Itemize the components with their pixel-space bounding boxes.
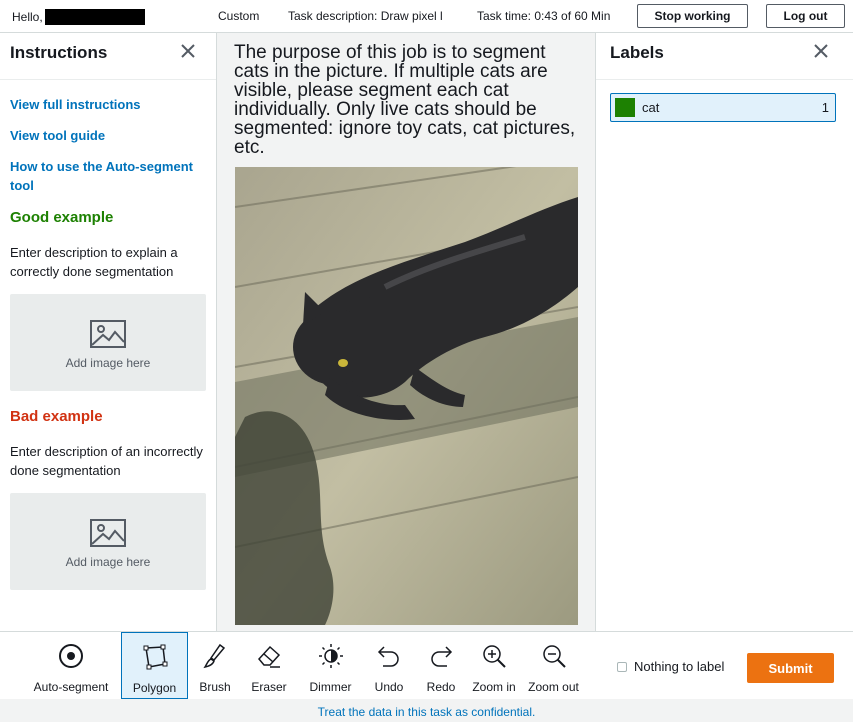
labels-title: Labels [610,43,664,62]
good-example-title: Good example [10,209,114,226]
tool-bar: Auto-segment Polygon Brush Eraser Dimmer… [0,631,853,699]
auto-segment-icon [59,644,83,668]
cat-photo[interactable] [235,167,578,625]
tool-label: Brush [199,680,231,694]
tool-label: Dimmer [309,680,352,694]
labels-header: Labels [596,33,853,80]
tool-label: Polygon [132,681,177,695]
label-item-cat[interactable]: cat 1 [610,93,836,122]
instructions-panel: Instructions View full instructions View… [0,33,217,631]
instructions-title: Instructions [10,43,108,62]
redo-button[interactable]: Redo [420,632,462,699]
redo-icon [431,646,453,667]
tool-label: Redo [426,680,456,694]
bad-example-title: Bad example [10,408,103,425]
image-icon [90,320,126,348]
task-description: Task description: Draw pixel l [288,9,443,23]
nothing-to-label-text: Nothing to label [634,659,725,674]
label-name: cat [642,100,660,115]
nothing-to-label-checkbox[interactable]: Nothing to label [617,659,724,674]
submit-button[interactable]: Submit [747,653,834,683]
brush-icon [203,643,226,669]
bad-example-image-placeholder: Add image here [10,493,206,590]
task-purpose-text: The purpose of this job is to segment ca… [234,42,576,158]
brush-tool[interactable]: Brush [192,632,238,699]
image-icon [90,519,126,547]
checkbox-box[interactable] [617,661,627,672]
stop-working-button[interactable]: Stop working [637,4,748,28]
tool-label: Zoom out [528,680,579,694]
add-image-text: Add image here [65,555,151,569]
zoom-out-button[interactable]: Zoom out [525,632,582,699]
tool-label: Zoom in [472,680,516,694]
eraser-tool[interactable]: Eraser [245,632,293,699]
zoom-in-button[interactable]: Zoom in [468,632,520,699]
view-full-instructions-link[interactable]: View full instructions [10,95,141,114]
tool-label: Auto-segment [33,680,109,694]
polygon-icon [143,644,167,670]
dimmer-icon [318,644,343,668]
undo-icon [377,646,399,667]
bad-example-description: Enter description of an incorrectly done… [10,444,203,478]
confidential-notice: Treat the data in this task as confident… [0,699,853,722]
greeting-text: Hello, [12,10,43,24]
view-tool-guide-link[interactable]: View tool guide [10,126,105,145]
auto-segment-tool[interactable]: Auto-segment [27,632,115,699]
labels-panel: Labels cat 1 [595,33,853,631]
cat-photo-canvas[interactable] [235,167,578,625]
greeting: Hello, [12,9,145,25]
log-out-button[interactable]: Log out [766,4,845,28]
mode-label: Custom [218,9,260,23]
good-example-image-placeholder: Add image here [10,294,206,391]
add-image-text: Add image here [65,356,151,370]
dimmer-tool[interactable]: Dimmer [303,632,358,699]
redacted-username [44,9,145,25]
workspace: The purpose of this job is to segment ca… [217,33,595,631]
top-bar: Hello, Custom Task description: Draw pix… [0,0,853,33]
tool-label: Undo [374,680,404,694]
task-time: Task time: 0:43 of 60 Min [477,9,611,23]
instructions-header: Instructions [0,33,216,80]
zoom-out-icon [542,645,566,668]
undo-button[interactable]: Undo [368,632,410,699]
close-icon[interactable] [180,43,196,59]
good-example-description: Enter description to explain a correctly… [10,245,178,279]
zoom-in-icon [483,645,506,668]
label-count: 1 [821,100,829,115]
auto-segment-guide-link[interactable]: How to use the Auto-segment tool [10,157,210,195]
eraser-icon [258,645,281,668]
close-icon[interactable] [813,43,829,59]
label-color-swatch [615,98,635,117]
polygon-tool[interactable]: Polygon [121,632,188,699]
tool-label: Eraser [251,680,287,694]
